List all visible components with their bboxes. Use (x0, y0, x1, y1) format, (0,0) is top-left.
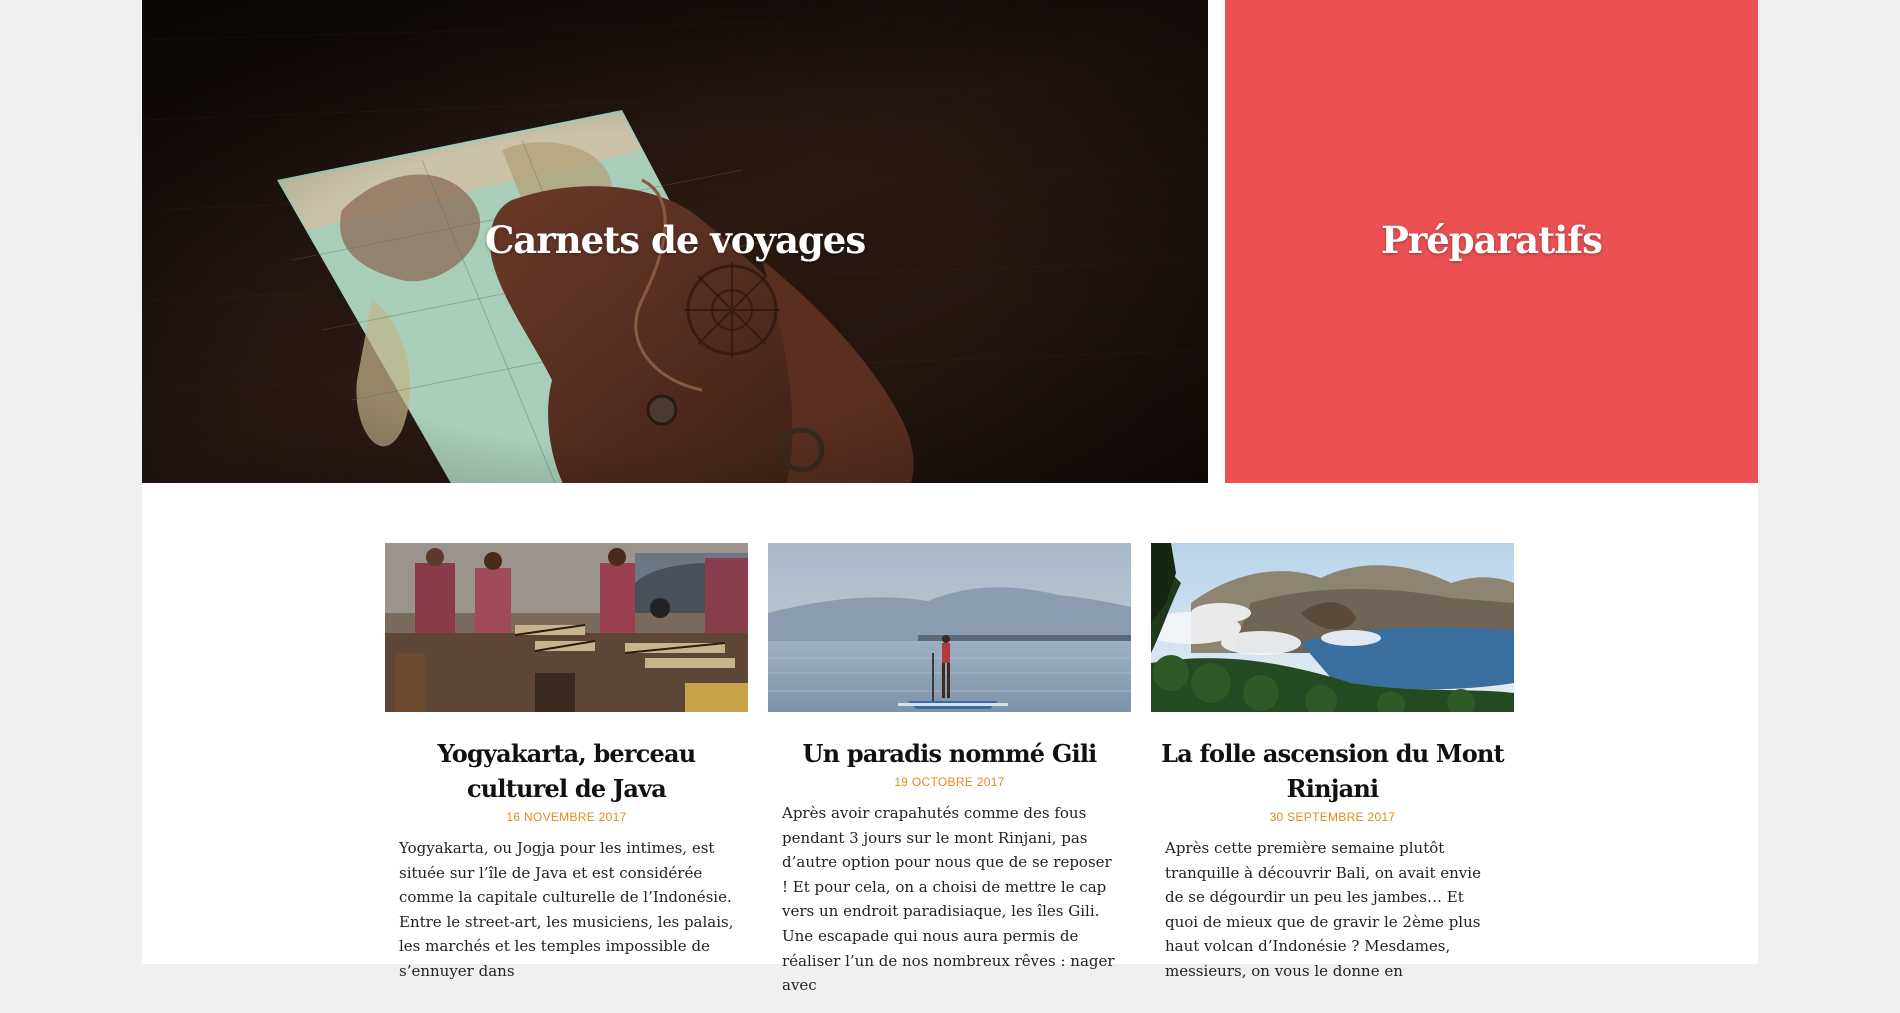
post-excerpt: Après cette première semaine plutôt tran… (1165, 839, 1481, 980)
page-container: Carnets de voyages Préparatifs Yogyakart… (142, 0, 1758, 994)
post-date: 30 SEPTEMBRE 2017 (1269, 810, 1396, 824)
hero-title-preparatifs: Préparatifs (1380, 217, 1603, 262)
category-tile-preparatifs[interactable]: Préparatifs (1225, 0, 1758, 483)
post-date: 16 NOVEMBRE 2017 (506, 810, 627, 824)
post-card: Un paradis nommé Gili 19 OCTOBRE 2017 Ap… (768, 543, 1131, 1013)
post-date: 19 OCTOBRE 2017 (894, 775, 1005, 789)
gili-sea-fisherman-image (768, 543, 1131, 712)
recent-posts-grid: Yogyakarta, berceau culturel de Java 16 … (385, 543, 1515, 1013)
post-excerpt: Après avoir crapahutés comme des fous pe… (782, 804, 1115, 995)
hero-title-carnets: Carnets de voyages (484, 217, 866, 262)
post-title[interactable]: La folle ascension du Mont Rinjani (1151, 736, 1514, 806)
category-tile-carnets[interactable]: Carnets de voyages (142, 0, 1208, 483)
post-title[interactable]: Un paradis nommé Gili (768, 736, 1131, 771)
post-thumbnail-link[interactable] (1151, 543, 1514, 712)
post-excerpt: Yogyakarta, ou Jogja pour les intimes, e… (399, 839, 734, 980)
post-title[interactable]: Yogyakarta, berceau culturel de Java (385, 736, 748, 806)
post-card: La folle ascension du Mont Rinjani 30 SE… (1151, 543, 1514, 1013)
post-thumbnail-link[interactable] (385, 543, 748, 712)
rinjani-crater-lake-image (1151, 543, 1514, 712)
post-card: Yogyakarta, berceau culturel de Java 16 … (385, 543, 748, 1013)
yogyakarta-musicians-image (385, 543, 748, 712)
post-thumbnail-link[interactable] (768, 543, 1131, 712)
